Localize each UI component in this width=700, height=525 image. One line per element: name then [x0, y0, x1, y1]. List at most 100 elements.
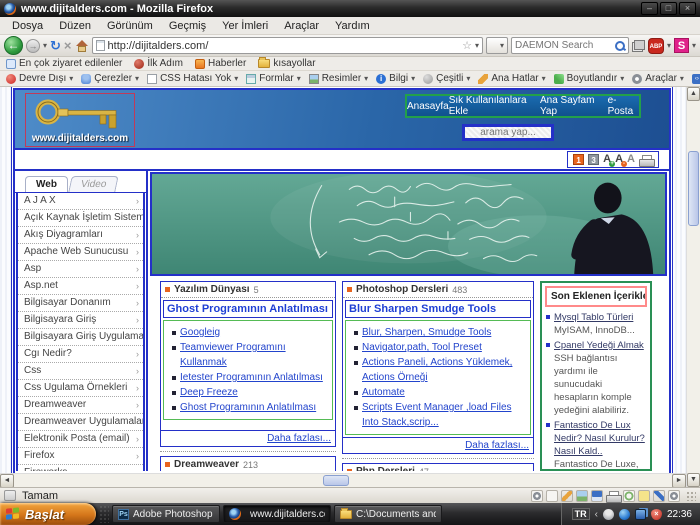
more-link[interactable]: Daha fazlası... [343, 437, 533, 453]
note-icon[interactable] [638, 490, 650, 502]
dev-kaynagi-goster[interactable]: ‹›Kaynağı Göster▾ [692, 73, 700, 84]
latest-item[interactable]: Cpanel Yedeği Almak SSH bağlantısı yardı… [545, 339, 647, 417]
scroll-down-button[interactable]: ▼ [687, 473, 700, 487]
start-button[interactable]: Başlat [0, 503, 96, 525]
new-page-icon[interactable] [546, 490, 558, 502]
gear-icon[interactable] [531, 490, 543, 502]
maximize-button[interactable]: □ [660, 2, 677, 15]
menu-gecmis[interactable]: Geçmiş [161, 18, 214, 34]
more-link[interactable]: Daha fazlası... [161, 430, 335, 446]
menu-yardim[interactable]: Yardım [327, 18, 378, 34]
close-button[interactable]: × [679, 2, 696, 15]
dev-boyutlandir[interactable]: Boyutlandır▾ [554, 73, 625, 84]
article-link[interactable]: Ghost Programının Anlatılması [170, 400, 330, 415]
menu-duzen[interactable]: Düzen [51, 18, 99, 34]
refresh-status-icon[interactable] [623, 490, 635, 502]
url-dropdown-icon[interactable]: ▾ [475, 41, 479, 50]
adblock-dropdown-icon[interactable]: ▾ [667, 41, 671, 50]
sidebar-item-firefox[interactable]: Firefox› [18, 448, 143, 465]
sidebar-item-fireworks[interactable]: Fireworks› [18, 465, 143, 471]
pencil-icon[interactable] [561, 490, 573, 502]
sidebar-item-dreamweaver[interactable]: Dreamweaver› [18, 397, 143, 414]
dev-ana-hatlar[interactable]: Ana Hatlar▾ [478, 73, 545, 84]
sidebar-item-akis[interactable]: Akış Diyagramları› [18, 227, 143, 244]
dev-cesitli[interactable]: Çeşitli▾ [423, 73, 470, 84]
home-icon[interactable] [75, 40, 89, 52]
tool-one-icon[interactable]: 1 [573, 154, 584, 165]
sidebar-item-css[interactable]: Css› [18, 363, 143, 380]
vertical-scroll-track[interactable] [687, 101, 700, 473]
language-indicator[interactable]: TR [572, 508, 590, 520]
sidebar-item-asp[interactable]: Asp› [18, 261, 143, 278]
article-link[interactable]: Actions Paneli, Actions Yüklemek, Action… [352, 355, 528, 385]
print-icon[interactable] [639, 155, 653, 165]
search-icon[interactable] [615, 41, 625, 51]
wrench-icon[interactable] [668, 490, 680, 502]
session-windows-icon[interactable] [632, 40, 645, 52]
site-search-input[interactable] [462, 124, 554, 141]
sidebar-item-dreamweaver-uyg[interactable]: Dreamweaver Uygulamaları› [18, 414, 143, 431]
box-name[interactable]: Yazılım Dünyası [174, 284, 250, 295]
back-button[interactable]: ← [4, 36, 23, 55]
nav-eposta[interactable]: e-Posta [608, 95, 639, 117]
latest-item[interactable]: Fantastico De Lux Nedir? Nasıl Kurulur? … [545, 419, 647, 471]
menu-araclar[interactable]: Araçlar [276, 18, 327, 34]
s-dropdown-icon[interactable]: ▾ [692, 41, 696, 50]
bookmark-kisayollar[interactable]: kısayollar [258, 58, 315, 69]
sidebar-item-acik-kaynak[interactable]: Açık Kaynak İşletim Sistemleri› [18, 210, 143, 227]
article-title[interactable]: Ghost Programının Anlatılması [163, 300, 333, 318]
image-icon[interactable] [576, 490, 588, 502]
font-decrease-icon[interactable]: A- [615, 154, 623, 165]
latest-item-link[interactable]: Cpanel Yedeği Almak [554, 340, 644, 351]
bookmark-haberler[interactable]: Haberler [195, 58, 246, 69]
article-link[interactable]: Deep Freeze [170, 385, 330, 400]
dev-css[interactable]: CSS Hatası Yok▾ [147, 73, 238, 84]
nav-anasayfa[interactable]: Anasayfa [407, 101, 449, 112]
bookmark-ilk-adim[interactable]: İlk Adım [134, 58, 183, 69]
dev-devre-disi[interactable]: Devre Dışı▾ [6, 73, 73, 84]
nav-ana-sayfam-yap[interactable]: Ana Sayfam Yap [540, 95, 608, 117]
dev-bilgi[interactable]: iBilgi▾ [376, 73, 415, 84]
history-dropdown-icon[interactable]: ▾ [43, 41, 47, 50]
resize-grip[interactable] [686, 491, 696, 501]
forward-button[interactable]: → [26, 39, 40, 53]
horizontal-scroll-thumb[interactable] [323, 475, 349, 486]
box-name[interactable]: Php Dersleri [356, 466, 415, 471]
status-extension-icon[interactable] [4, 490, 16, 501]
taskbar-item-photoshop[interactable]: Ps Adobe Photoshop CS... [112, 505, 220, 523]
pin-icon[interactable] [653, 490, 665, 502]
sidebar-item-ajax[interactable]: A J A X› [18, 193, 143, 210]
url-bar[interactable]: ☆ ▾ [92, 37, 483, 54]
article-link[interactable]: Scripts Event Manager ,load Files Into S… [352, 400, 528, 430]
sidebar-item-apache[interactable]: Apache Web Sunucusu› [18, 244, 143, 261]
scroll-left-button[interactable]: ◄ [0, 474, 14, 488]
latest-item-link[interactable]: Mysql Tablo Türleri [554, 312, 633, 323]
sidebar-item-giris[interactable]: Bilgisayara Giriş› [18, 312, 143, 329]
box-name[interactable]: Photoshop Dersleri [356, 284, 448, 295]
refresh-button[interactable]: ↻ [50, 39, 61, 53]
box-name[interactable]: Dreamweaver [174, 459, 239, 470]
site-logo[interactable]: www.dijitalders.com [25, 93, 135, 147]
sidebar-item-css-ornek[interactable]: Css Ugulama Örnekleri› [18, 380, 143, 397]
font-increase-icon[interactable]: A+ [603, 154, 611, 165]
engine-dropdown[interactable]: ▾ [486, 37, 508, 54]
latest-item[interactable]: Mysql Tablo Türleri MyISAM, InnoDB... [545, 311, 647, 337]
scroll-up-button[interactable]: ▲ [687, 87, 700, 101]
search-input[interactable] [515, 40, 612, 51]
horizontal-scroll-track[interactable] [14, 474, 672, 487]
article-link[interactable]: Teamviewer Programını Kullanmak [170, 340, 330, 370]
bookmark-most-visited[interactable]: En çok ziyaret edilenler [6, 58, 122, 69]
adblock-icon[interactable]: ABP [648, 38, 664, 54]
sidebar-item-donanim[interactable]: Bilgisayar Donanım› [18, 295, 143, 312]
s-extension-icon[interactable]: S [674, 38, 689, 53]
horizontal-scrollbar[interactable]: ◄ ► [0, 473, 686, 487]
taskbar-item-firefox[interactable]: www.dijitalders.com -... [223, 505, 331, 523]
article-link[interactable]: Ietester Programının Anlatılması [170, 370, 330, 385]
latest-item-link[interactable]: Fantastico De Lux Nedir? Nasıl Kurulur? … [554, 420, 645, 457]
nav-sik-kullanilanlar[interactable]: Sık Kullanılanlara Ekle [449, 95, 540, 117]
tab-video[interactable]: Video [68, 176, 119, 192]
network-icon[interactable] [635, 509, 646, 520]
font-normal-icon[interactable]: A [627, 154, 635, 165]
minimize-button[interactable]: – [641, 2, 658, 15]
sidebar-item-aspnet[interactable]: Asp.net› [18, 278, 143, 295]
